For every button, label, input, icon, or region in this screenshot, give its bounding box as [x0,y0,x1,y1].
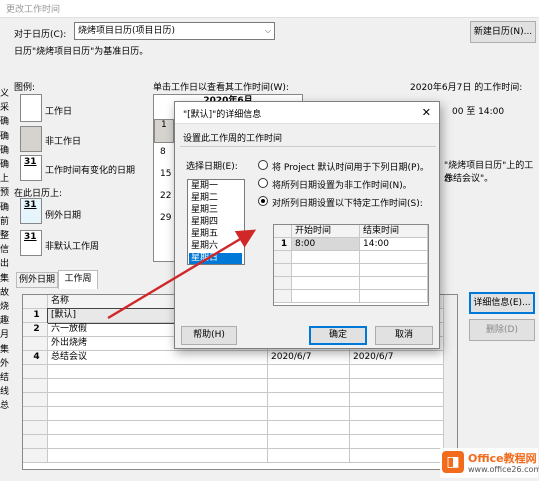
office-logo-icon: ◨ [442,451,464,473]
watermark-brand: Office教程网 [468,452,537,465]
watermark: ◨ Office教程网 www.office26.com [440,448,539,478]
watermark-url: www.office26.com [468,465,539,474]
annotation-arrow [107,229,257,320]
